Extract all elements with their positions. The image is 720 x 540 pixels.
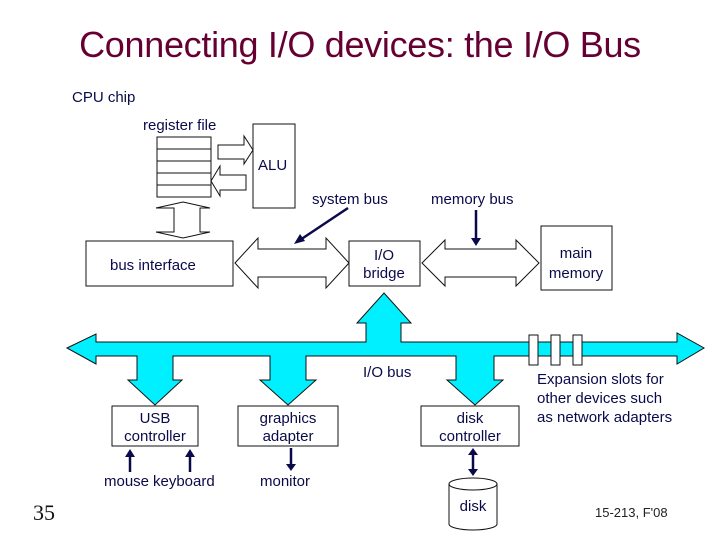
expansion-slots-label-line3: as network adapters	[537, 409, 672, 426]
mouse-label: mouse	[104, 473, 149, 490]
register-file-label: register file	[143, 117, 216, 134]
register-file-box	[156, 136, 212, 198]
system-bus-label: system bus	[312, 191, 388, 208]
expansion-slot	[572, 334, 583, 366]
io-bus	[65, 292, 706, 406]
register-file	[156, 136, 212, 198]
system-bus-arrow	[234, 236, 350, 290]
expansion-slots-label-line1: Expansion slots for	[537, 371, 664, 388]
slide-footer: 15-213, F'08	[595, 505, 668, 520]
io-bus-diagram: CPU chip register file ALU system bus me…	[65, 89, 706, 531]
cpu-chip-label: CPU chip	[72, 89, 135, 106]
system-bus-pointer	[299, 206, 349, 242]
io-bus-label: I/O bus	[363, 364, 411, 381]
cpu-bus-interface-arrow	[155, 201, 211, 239]
alu-to-register-arrow	[210, 164, 247, 198]
system-bus-pointer-head	[294, 234, 305, 244]
expansion-slot	[528, 334, 539, 366]
expansion-slots-label-line2: other devices such	[537, 390, 662, 407]
disk-label: disk	[460, 498, 487, 515]
usb-controller-label-line2: controller	[124, 428, 186, 445]
register-to-alu-arrow	[217, 134, 254, 166]
keyboard-label: keyboard	[153, 473, 215, 490]
graphics-adapter-label-line1: graphics	[260, 410, 317, 427]
io-bridge-label-line2: bridge	[363, 265, 405, 282]
disk-controller-label-line2: controller	[439, 428, 501, 445]
alu-label: ALU	[258, 157, 287, 174]
slide-number: 35	[33, 500, 55, 525]
main-memory-label-line2: memory	[549, 265, 604, 282]
io-bridge-label-line1: I/O	[374, 247, 394, 264]
disk-link-head-up	[468, 448, 478, 455]
graphics-adapter-label-line2: adapter	[263, 428, 314, 445]
main-memory-label-line1: main	[560, 245, 593, 262]
memory-bus-pointer-head	[471, 238, 481, 246]
expansion-slot	[550, 334, 561, 366]
mouse-pointer-head	[125, 449, 135, 457]
disk-link-head-down	[468, 469, 478, 476]
usb-controller-label-line1: USB	[140, 410, 171, 427]
keyboard-pointer-head	[185, 449, 195, 457]
monitor-label: monitor	[260, 473, 310, 490]
memory-bus-arrow	[421, 238, 540, 288]
monitor-pointer-head	[286, 464, 296, 471]
disk-controller-label-line1: disk	[457, 410, 484, 427]
disk-top	[448, 477, 498, 491]
bus-interface-label: bus interface	[110, 257, 196, 274]
memory-bus-label: memory bus	[431, 191, 514, 208]
